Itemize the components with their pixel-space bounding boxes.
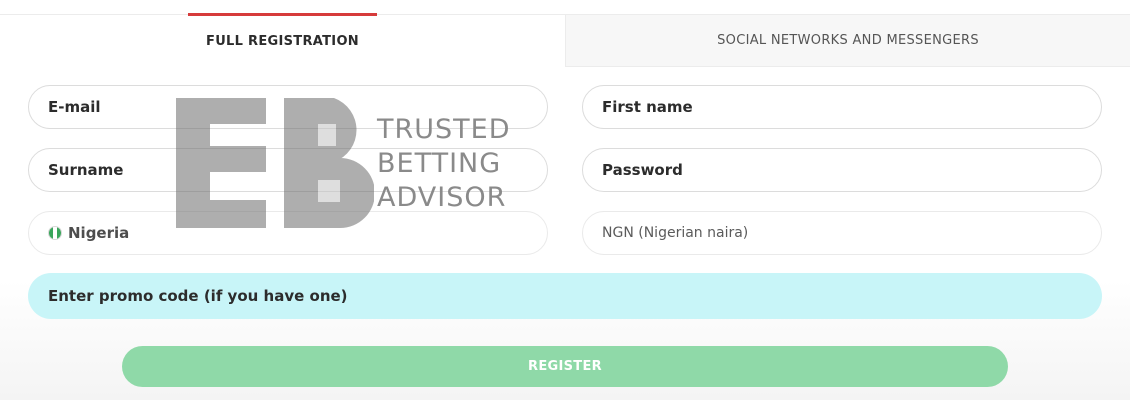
tab-social-networks[interactable]: SOCIAL NETWORKS AND MESSENGERS [565,14,1130,67]
first-name-field[interactable]: First name [582,85,1102,129]
registration-tabs: FULL REGISTRATION SOCIAL NETWORKS AND ME… [0,0,1130,68]
tab-full-registration-label: FULL REGISTRATION [206,33,359,49]
first-name-placeholder: First name [602,98,693,116]
email-field[interactable]: E-mail [28,85,548,129]
nigeria-flag-icon [48,226,62,240]
promo-code-placeholder: Enter promo code (if you have one) [48,287,348,305]
register-button[interactable]: REGISTER [122,346,1008,387]
password-placeholder: Password [602,161,683,179]
tab-social-networks-label: SOCIAL NETWORKS AND MESSENGERS [717,33,979,48]
currency-value: NGN (Nigerian naira) [602,225,749,241]
currency-select[interactable]: NGN (Nigerian naira) [582,211,1102,255]
active-tab-indicator [188,13,377,16]
password-field[interactable]: Password [582,148,1102,192]
tab-full-registration[interactable]: FULL REGISTRATION [0,13,565,67]
country-select[interactable]: Nigeria [28,211,548,255]
email-placeholder: E-mail [48,98,101,116]
country-value: Nigeria [68,224,130,242]
surname-field[interactable]: Surname [28,148,548,192]
surname-placeholder: Surname [48,161,124,179]
promo-code-field[interactable]: Enter promo code (if you have one) [28,273,1102,319]
